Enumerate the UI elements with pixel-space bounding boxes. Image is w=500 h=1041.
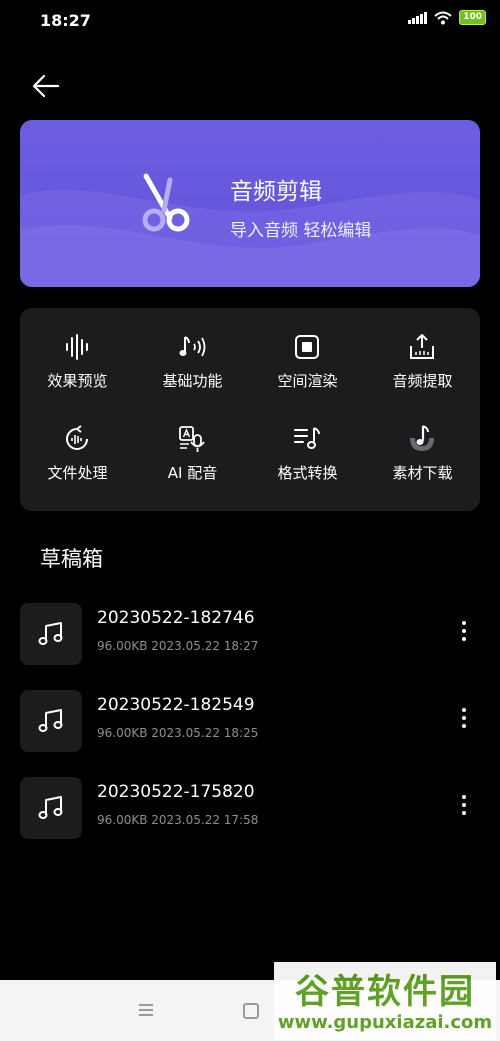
music-note-icon bbox=[38, 709, 63, 732]
banner-title: 音频剪辑 bbox=[230, 179, 322, 205]
feature-label: 文件处理 bbox=[47, 464, 108, 482]
material-download-icon bbox=[410, 425, 434, 451]
banner-subtitle: 导入音频 轻松编辑 bbox=[230, 221, 372, 241]
back-arrow-icon[interactable] bbox=[30, 70, 62, 102]
feature-label: 格式转换 bbox=[277, 464, 338, 482]
feature-material-download[interactable]: 素材下载 bbox=[365, 410, 480, 490]
waveform-icon bbox=[66, 334, 88, 360]
watermark-text: 谷普软件园 bbox=[295, 972, 475, 1012]
feature-format-convert[interactable]: 格式转换 bbox=[250, 410, 365, 490]
draft-item[interactable]: 20230522-182746 96.00KB 2023.05.22 18:27 bbox=[20, 603, 480, 667]
feature-label: 素材下载 bbox=[392, 464, 453, 482]
draft-meta: 96.00KB 2023.05.22 17:58 bbox=[97, 813, 259, 827]
feature-grid: 效果预览 基础功能 空间渲染 音频提取 文件处理 AI 配音 格式转换 素材下载 bbox=[20, 308, 480, 511]
draft-thumbnail bbox=[20, 777, 82, 839]
feature-effect-preview[interactable]: 效果预览 bbox=[20, 318, 135, 398]
draft-item[interactable]: 20230522-182549 96.00KB 2023.05.22 18:25 bbox=[20, 690, 480, 754]
draft-meta: 96.00KB 2023.05.22 18:27 bbox=[97, 639, 259, 653]
audio-edit-banner[interactable]: 音频剪辑 导入音频 轻松编辑 bbox=[20, 120, 480, 287]
music-note-sound-icon bbox=[179, 336, 206, 357]
battery-icon: 100 bbox=[459, 10, 486, 25]
feature-label: 效果预览 bbox=[47, 372, 108, 390]
battery-level: 100 bbox=[463, 12, 482, 22]
watermark-logo: 谷普软件园 www.gupuxiazai.com bbox=[274, 962, 496, 1040]
draft-thumbnail bbox=[20, 603, 82, 665]
status-bar: 18:27 100 bbox=[0, 0, 500, 44]
feature-label: 空间渲染 bbox=[277, 372, 338, 390]
feature-label: 基础功能 bbox=[162, 372, 223, 390]
more-options-icon[interactable] bbox=[454, 704, 474, 736]
feature-audio-extract[interactable]: 音频提取 bbox=[365, 318, 480, 398]
feature-basic-functions[interactable]: 基础功能 bbox=[135, 318, 250, 398]
scissors-icon bbox=[142, 173, 190, 232]
music-note-icon bbox=[38, 796, 63, 819]
feature-label: AI 配音 bbox=[167, 464, 218, 482]
more-options-icon[interactable] bbox=[454, 617, 474, 649]
more-options-icon[interactable] bbox=[454, 791, 474, 823]
spatial-render-icon bbox=[295, 335, 319, 359]
draft-name: 20230522-182549 bbox=[97, 695, 255, 715]
draft-thumbnail bbox=[20, 690, 82, 752]
audio-extract-icon bbox=[410, 334, 434, 359]
music-note-icon bbox=[38, 622, 63, 645]
status-time: 18:27 bbox=[40, 11, 91, 30]
drafts-title: 草稿箱 bbox=[40, 547, 103, 571]
ai-dubbing-icon bbox=[179, 426, 205, 452]
watermark-url: www.gupuxiazai.com bbox=[277, 1012, 493, 1033]
draft-name: 20230522-175820 bbox=[97, 782, 255, 802]
draft-meta: 96.00KB 2023.05.22 18:25 bbox=[97, 726, 259, 740]
status-icons: 100 bbox=[408, 10, 486, 25]
feature-label: 音频提取 bbox=[392, 372, 453, 390]
format-convert-icon bbox=[294, 427, 320, 449]
signal-icon bbox=[408, 11, 428, 24]
recents-menu-icon[interactable] bbox=[139, 1004, 153, 1019]
file-process-icon bbox=[66, 425, 88, 450]
wifi-icon bbox=[434, 11, 452, 24]
draft-name: 20230522-182746 bbox=[97, 608, 255, 628]
draft-item[interactable]: 20230522-175820 96.00KB 2023.05.22 17:58 bbox=[20, 777, 480, 841]
feature-file-process[interactable]: 文件处理 bbox=[20, 410, 135, 490]
feature-ai-dubbing[interactable]: AI 配音 bbox=[135, 410, 250, 490]
feature-spatial-render[interactable]: 空间渲染 bbox=[250, 318, 365, 398]
home-icon[interactable] bbox=[243, 1003, 259, 1019]
